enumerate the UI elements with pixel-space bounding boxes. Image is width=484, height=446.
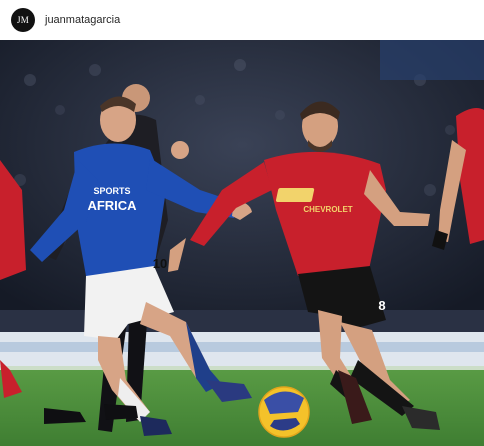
blue-kit-sponsor-line1: SPORTS [93,186,130,196]
red-kit-number: 8 [378,298,385,313]
post-header: JM juanmatagarcia [0,0,484,40]
chevrolet-logo [275,188,315,202]
instagram-post: JM juanmatagarcia SPORTS AFRICA 10 CHEVR… [0,0,484,446]
football [258,386,310,438]
blue-kit-sponsor-line2: AFRICA [87,198,137,213]
football-match-photo: SPORTS AFRICA 10 CHEVROLET 8 [0,40,484,446]
post-photo[interactable]: SPORTS AFRICA 10 CHEVROLET 8 [0,40,484,446]
red-kit-sponsor: CHEVROLET [303,205,352,214]
blue-kit-number: 10 [153,256,167,271]
profile-avatar[interactable]: JM [11,8,35,32]
username-link[interactable]: juanmatagarcia [45,14,120,26]
stadium-banner [380,40,484,80]
